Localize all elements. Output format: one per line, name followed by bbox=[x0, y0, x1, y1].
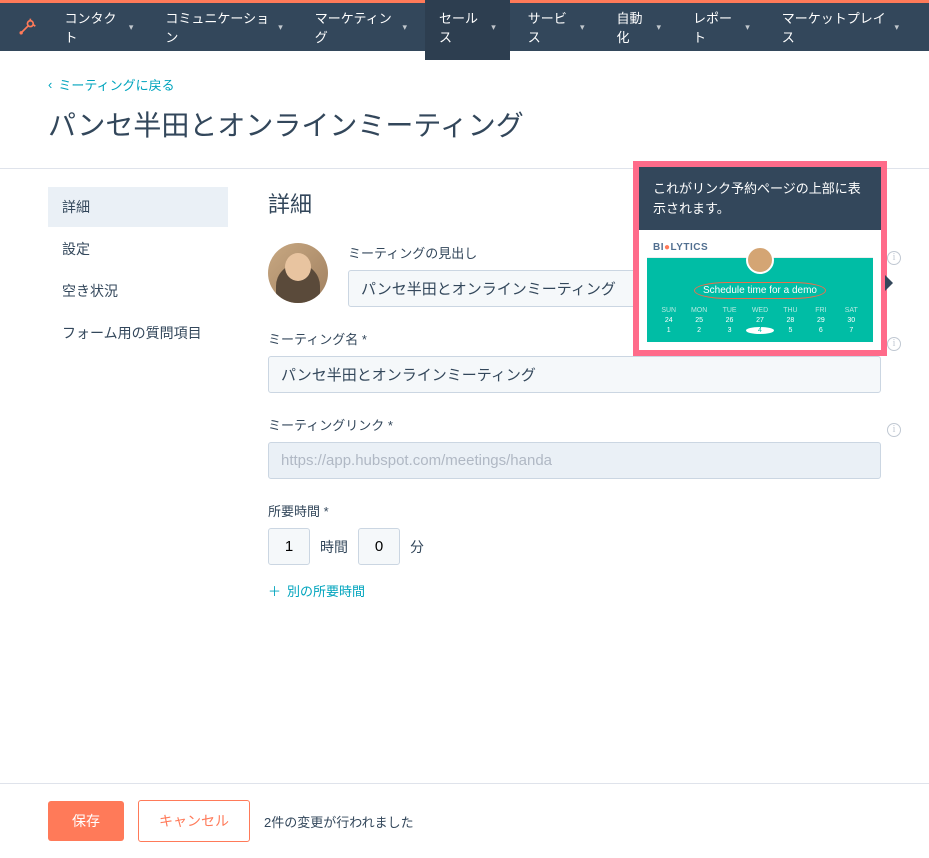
nav-marketing[interactable]: マーケティング ▾ bbox=[301, 0, 421, 60]
sidebar-item-label: フォーム用の質問項目 bbox=[62, 325, 202, 341]
meeting-link-input bbox=[268, 442, 881, 479]
content-area: 詳細 これがリンク予約ページの上部に表示されます。 BI●LYTICS Sche… bbox=[268, 187, 881, 622]
chevron-down-icon: ▾ bbox=[129, 22, 134, 33]
nav-label: マーケットプレイス bbox=[782, 8, 891, 46]
hubspot-logo-icon[interactable] bbox=[16, 15, 38, 39]
tooltip-callout: これがリンク予約ページの上部に表示されます。 BI●LYTICS Schedul… bbox=[633, 161, 887, 356]
sidebar-item-details[interactable]: 詳細 bbox=[48, 187, 228, 227]
changes-note: 2件の変更が行われました bbox=[264, 812, 414, 831]
duration-label: 所要時間 * bbox=[268, 501, 881, 520]
add-duration-button[interactable]: ＋ 別の所要時間 bbox=[268, 581, 881, 600]
nav-contacts[interactable]: コンタクト ▾ bbox=[50, 0, 147, 60]
chevron-down-icon: ▾ bbox=[580, 22, 585, 33]
duration-minutes-input[interactable] bbox=[358, 528, 400, 565]
sidebar-item-label: 設定 bbox=[62, 241, 90, 257]
chevron-down-icon: ▾ bbox=[657, 22, 662, 33]
plus-icon: ＋ bbox=[268, 581, 281, 600]
back-link-label: ミーティングに戻る bbox=[58, 75, 174, 94]
add-duration-label: 別の所要時間 bbox=[287, 581, 365, 600]
nav-label: コミュニケーション bbox=[165, 8, 274, 46]
cancel-button[interactable]: キャンセル bbox=[138, 800, 250, 842]
footer-actions: 保存 キャンセル 2件の変更が行われました bbox=[0, 783, 929, 858]
nav-label: 自動化 bbox=[616, 8, 652, 46]
nav-communication[interactable]: コミュニケーション ▾ bbox=[151, 0, 296, 60]
settings-sidebar: 詳細 設定 空き状況 フォーム用の質問項目 bbox=[48, 187, 228, 622]
duration-hours-unit: 時間 bbox=[320, 537, 348, 557]
nav-label: セールス bbox=[439, 8, 487, 46]
nav-marketplace[interactable]: マーケットプレイス▾ bbox=[768, 0, 913, 60]
preview-calendar: SUNMONTUEWEDTHUFRISAT 24252627282930 123… bbox=[655, 307, 865, 334]
info-icon[interactable]: i bbox=[887, 419, 901, 437]
duration-minutes-unit: 分 bbox=[410, 537, 424, 557]
duration-hours-input[interactable] bbox=[268, 528, 310, 565]
sidebar-item-form-questions[interactable]: フォーム用の質問項目 bbox=[48, 313, 228, 353]
nav-service[interactable]: サービス ▾ bbox=[514, 0, 599, 60]
nav-label: サービス bbox=[528, 8, 576, 46]
chevron-left-icon: ‹ bbox=[48, 77, 52, 92]
organizer-avatar bbox=[268, 243, 328, 303]
nav-automation[interactable]: 自動化 ▾ bbox=[602, 0, 675, 60]
info-icon[interactable]: i bbox=[887, 247, 901, 265]
sidebar-item-availability[interactable]: 空き状況 bbox=[48, 271, 228, 311]
preview-avatar bbox=[746, 246, 774, 274]
preview-title: Schedule time for a demo bbox=[694, 282, 826, 299]
meeting-name-input[interactable] bbox=[268, 356, 881, 393]
nav-sales[interactable]: セールス ▾ bbox=[425, 0, 510, 60]
sidebar-item-label: 詳細 bbox=[62, 199, 90, 215]
page-title: パンセ半田とオンラインミーティング bbox=[48, 104, 881, 144]
tooltip-preview: BI●LYTICS Schedule time for a demo SUNMO… bbox=[639, 230, 881, 350]
top-navigation: コンタクト ▾ コミュニケーション ▾ マーケティング ▾ セールス ▾ サービス ▾ 自… bbox=[0, 3, 929, 51]
nav-label: レポート bbox=[693, 8, 741, 46]
save-button[interactable]: 保存 bbox=[48, 801, 124, 841]
chevron-down-icon: ▾ bbox=[745, 22, 750, 33]
nav-label: マーケティング bbox=[315, 8, 399, 46]
tooltip-text: これがリンク予約ページの上部に表示されます。 bbox=[639, 167, 881, 230]
meeting-link-label: ミーティングリンク * bbox=[268, 415, 881, 434]
chevron-down-icon: ▾ bbox=[278, 22, 283, 33]
info-icon[interactable]: i bbox=[887, 333, 901, 351]
chevron-down-icon: ▾ bbox=[403, 22, 408, 33]
sidebar-item-settings[interactable]: 設定 bbox=[48, 229, 228, 269]
sidebar-item-label: 空き状況 bbox=[62, 283, 118, 299]
chevron-down-icon: ▾ bbox=[491, 22, 496, 33]
back-to-meetings-link[interactable]: ‹ ミーティングに戻る bbox=[48, 75, 881, 94]
chevron-down-icon: ▾ bbox=[894, 22, 899, 33]
nav-label: コンタクト bbox=[64, 8, 124, 46]
nav-reports[interactable]: レポート ▾ bbox=[679, 0, 764, 60]
tooltip-arrow-icon bbox=[885, 275, 893, 291]
